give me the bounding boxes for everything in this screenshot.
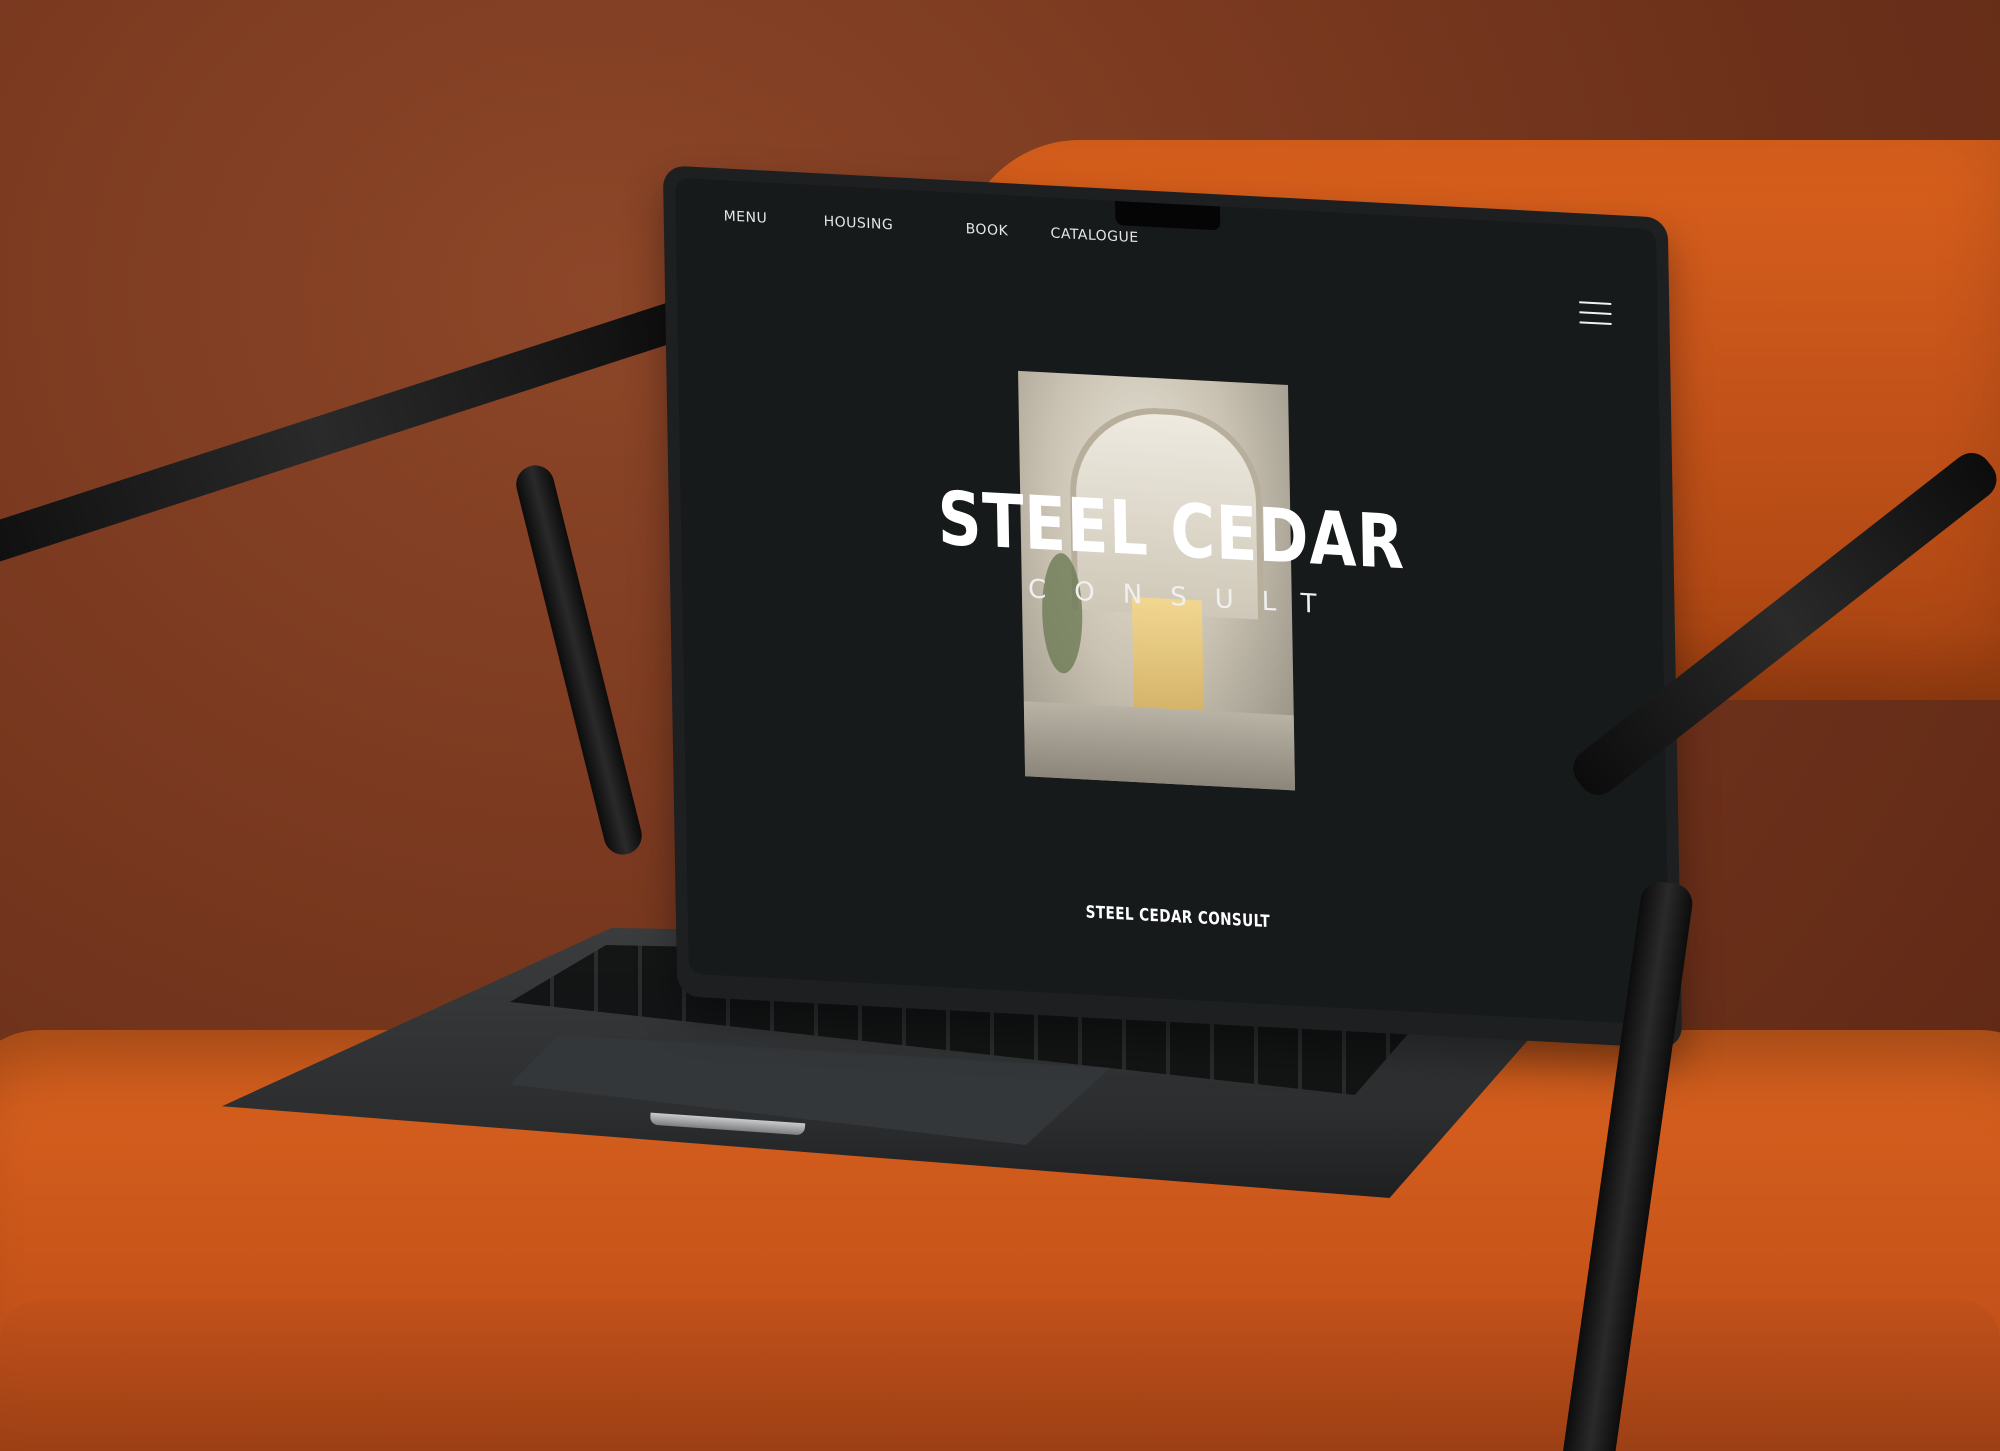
nav-book-link[interactable]: BOOK — [965, 221, 1008, 239]
camera-notch — [1114, 200, 1221, 231]
chair-left-post — [512, 461, 646, 859]
nav-housing-link[interactable]: HOUSING — [824, 214, 894, 234]
scene: MENU HOUSING BOOK CATALOGUE STEEL CEDAR … — [0, 0, 2000, 1451]
chair-left-arm — [0, 293, 708, 580]
ground — [1023, 701, 1296, 791]
nav-catalogue-link[interactable]: CATALOGUE — [1050, 226, 1138, 247]
lit-doorway — [1131, 596, 1204, 711]
footer-brand: STEEL CEDAR CONSULT — [1085, 902, 1271, 933]
nav-menu-link[interactable]: MENU — [724, 208, 768, 226]
chair-seat-edge — [0, 1300, 2000, 1451]
hamburger-icon[interactable] — [1579, 301, 1612, 327]
laptop-lid: MENU HOUSING BOOK CATALOGUE STEEL CEDAR … — [662, 165, 1683, 1049]
laptop-screen: MENU HOUSING BOOK CATALOGUE STEEL CEDAR … — [675, 177, 1670, 1026]
